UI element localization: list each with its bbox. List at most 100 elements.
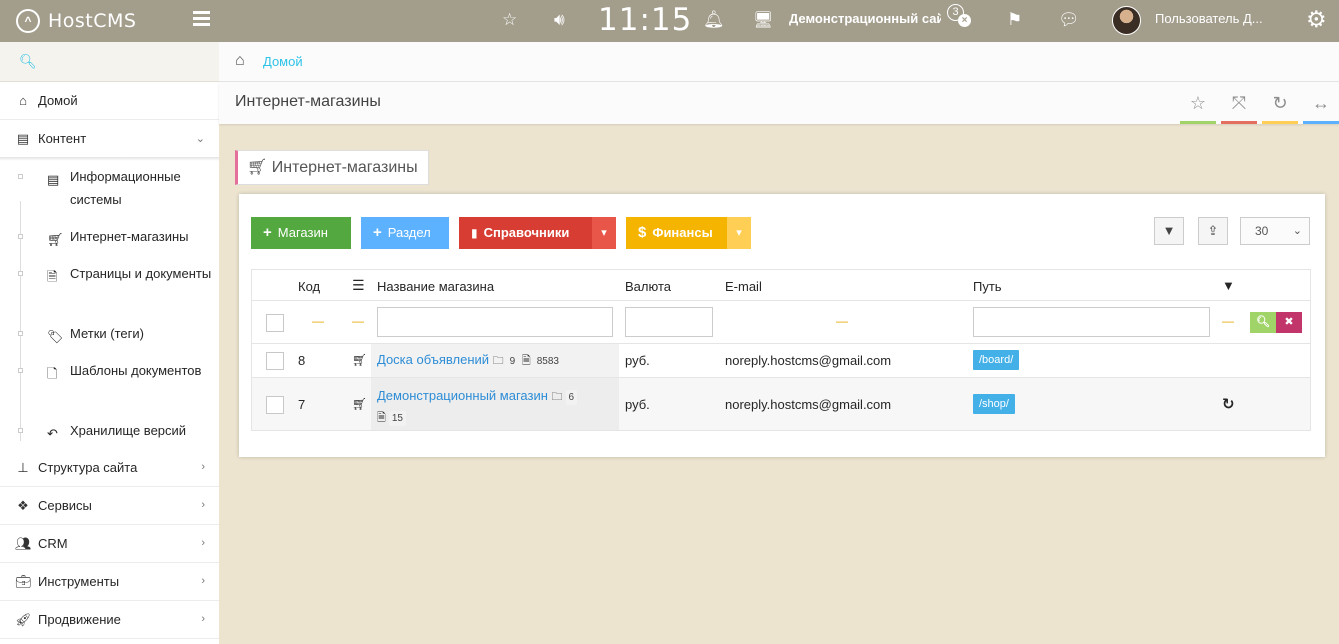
sidebar-item-structure[interactable]: ⊥ Структура сайта › bbox=[0, 449, 219, 487]
fullscreen-button[interactable]: ⤧ bbox=[1221, 82, 1257, 124]
close-icon: ✖ bbox=[1284, 316, 1294, 328]
site-selector[interactable]: Демонстрационный сайт bbox=[789, 11, 941, 26]
page-title: Интернет-магазины bbox=[235, 93, 381, 110]
column-path[interactable]: Путь bbox=[973, 279, 1002, 294]
home-icon[interactable]: ⌂ bbox=[235, 52, 245, 70]
sidebar-subitem-versions[interactable]: ↶ Хранилище версий bbox=[0, 419, 219, 442]
volume-icon[interactable]: 🔊︎ bbox=[554, 10, 565, 30]
sidebar-item-tools[interactable]: 💼︎ Инструменты › bbox=[0, 563, 219, 601]
sidebar-item-promotion[interactable]: 🚀︎ Продвижение › bbox=[0, 601, 219, 639]
row-currency: руб. bbox=[625, 353, 650, 368]
chevron-down-icon: ▾ bbox=[736, 227, 742, 239]
finance-dropdown-toggle[interactable]: ▾ bbox=[727, 217, 751, 249]
add-shop-button[interactable]: + Магазин bbox=[251, 217, 351, 249]
search-icon[interactable]: 🔍︎ bbox=[19, 53, 37, 70]
upload-icon: ⇪ bbox=[1207, 223, 1219, 238]
dictionaries-button[interactable]: ▮ Справочники bbox=[459, 217, 592, 249]
refresh-button[interactable]: ↻ bbox=[1262, 82, 1298, 124]
star-icon[interactable]: ☆ bbox=[502, 10, 517, 30]
briefcase-icon: 💼︎ bbox=[15, 573, 32, 589]
top-navbar: ^ HostCMS ☆ 🔊︎ 11:15 🔔︎ 🖥︎ Демонстрацион… bbox=[0, 0, 1339, 42]
sidebar-subitem-templates[interactable]: 🗋︎ Шаблоны документов bbox=[0, 359, 219, 382]
apply-filter-button[interactable]: 🔍︎ bbox=[1250, 312, 1276, 333]
avatar[interactable] bbox=[1112, 6, 1141, 35]
chevron-down-icon: ⌄ bbox=[195, 133, 205, 145]
filter-icon[interactable]: ▼ bbox=[1222, 278, 1235, 293]
row-checkbox[interactable] bbox=[266, 396, 284, 414]
sidebar-item-label: CRM bbox=[38, 536, 68, 551]
sidebar-item-label: Домой bbox=[38, 93, 78, 108]
file-icon: 🗎︎ bbox=[47, 269, 58, 284]
gear-icon[interactable]: ⚙ bbox=[1306, 6, 1327, 33]
sidebar-subitem-shops[interactable]: 🛒︎ Интернет-магазины bbox=[0, 225, 219, 248]
sidebar-item-home[interactable]: ⌂ Домой bbox=[0, 82, 219, 120]
cart-icon: 🛒︎ bbox=[352, 397, 368, 411]
sidebar-subitem-infosystems[interactable]: ▤ Информационные системы bbox=[0, 165, 219, 211]
sidebar-item-services[interactable]: ❖ Сервисы › bbox=[0, 487, 219, 525]
shop-name-link[interactable]: Доска объявлений bbox=[377, 352, 489, 367]
dictionaries-dropdown-toggle[interactable]: ▾ bbox=[592, 217, 616, 249]
column-currency[interactable]: Валюта bbox=[625, 279, 671, 294]
filter-button[interactable]: ▼ bbox=[1154, 217, 1184, 245]
chat-icon[interactable]: 💬︎ bbox=[1058, 10, 1080, 30]
groups-count: 9 bbox=[506, 354, 519, 369]
chevron-right-icon: › bbox=[201, 461, 205, 473]
sidebar-subitem-label: Хранилище версий bbox=[70, 423, 187, 438]
table-header: Код ☰ Название магазина Валюта E-mail Пу… bbox=[251, 269, 1311, 301]
breadcrumb-home-link[interactable]: Домой bbox=[263, 54, 303, 69]
word-file-icon: 🗋︎ bbox=[47, 366, 58, 381]
sidebar-subitem-tags[interactable]: 🏷︎ Метки (теги) bbox=[0, 322, 219, 345]
bell-icon[interactable]: 🔔︎ bbox=[703, 10, 725, 30]
close-site-icon[interactable]: × bbox=[958, 14, 971, 27]
menu-toggle-icon[interactable] bbox=[193, 11, 210, 27]
add-section-button[interactable]: + Раздел bbox=[361, 217, 449, 249]
path-label[interactable]: /shop/ bbox=[973, 394, 1015, 414]
chevron-right-icon: › bbox=[201, 499, 205, 511]
sidebar-item-crm[interactable]: 👥︎ CRM › bbox=[0, 525, 219, 563]
fullscreen-icon: ⤧ bbox=[1231, 93, 1247, 113]
sidebar-item-label: Сервисы bbox=[38, 498, 92, 513]
table-row[interactable]: 8 🛒︎ Доска объявлений 🗀︎ 9 🗎︎ 8583 руб. no… bbox=[251, 344, 1311, 378]
column-code[interactable]: Код bbox=[298, 279, 320, 294]
finance-button[interactable]: $ Финансы bbox=[626, 217, 727, 249]
columns-menu-icon[interactable]: ☰ bbox=[352, 277, 365, 294]
expand-width-button[interactable]: ↔ bbox=[1303, 82, 1339, 124]
flag-icon[interactable]: ⚑ bbox=[1007, 10, 1022, 30]
newspaper-icon: ▤ bbox=[47, 172, 60, 187]
sidebar-item-label: Структура сайта bbox=[38, 460, 138, 475]
path-filter-input[interactable] bbox=[973, 307, 1210, 337]
file-icon: 🗎︎ bbox=[377, 412, 386, 424]
row-checkbox[interactable] bbox=[266, 352, 284, 370]
chevron-right-icon: › bbox=[201, 575, 205, 587]
chevron-right-icon: › bbox=[201, 613, 205, 625]
sidebar-subitem-label: Страницы и документы bbox=[70, 266, 212, 281]
sidebar: 🔍︎ ⌂ Домой ▤ Контент ⌄ ▤ Информационные … bbox=[0, 42, 219, 644]
refresh-icon: ↻ bbox=[1272, 93, 1288, 113]
sidebar-subitem-label: Информационные системы bbox=[70, 169, 181, 207]
export-button[interactable]: ⇪ bbox=[1198, 217, 1228, 245]
select-all-checkbox[interactable] bbox=[266, 314, 284, 332]
add-section-label: Раздел bbox=[387, 225, 431, 240]
filter-dash: — bbox=[1222, 314, 1234, 328]
clear-filter-button[interactable]: ✖ bbox=[1276, 312, 1302, 333]
sidebar-search[interactable]: 🔍︎ bbox=[0, 42, 219, 82]
folder-icon: 🗀︎ bbox=[492, 355, 504, 367]
column-name[interactable]: Название магазина bbox=[377, 279, 494, 294]
logo-text: HostCMS bbox=[48, 10, 137, 32]
page-size-select[interactable]: 30 ⌄ bbox=[1240, 217, 1310, 245]
desktop-icon[interactable]: 🖥︎ bbox=[753, 10, 773, 30]
shop-name-link[interactable]: Демонстрационный магазин bbox=[377, 388, 548, 403]
refresh-icon[interactable]: ↻ bbox=[1222, 395, 1235, 413]
user-name[interactable]: Пользователь Д... bbox=[1155, 11, 1263, 26]
logo[interactable]: ^ HostCMS bbox=[16, 9, 136, 33]
bookmark-button[interactable]: ☆ bbox=[1180, 82, 1216, 124]
home-icon: ⌂ bbox=[19, 93, 27, 108]
path-label[interactable]: /board/ bbox=[973, 350, 1020, 370]
column-email[interactable]: E-mail bbox=[725, 279, 762, 294]
currency-filter-input[interactable] bbox=[625, 307, 713, 337]
folder-icon: 🗀︎ bbox=[551, 391, 563, 403]
table-row[interactable]: 7 🛒︎ Демонстрационный магазин 🗀︎ 6 🗎︎ 15 р… bbox=[251, 378, 1311, 431]
name-filter-input[interactable] bbox=[377, 307, 613, 337]
sidebar-item-content[interactable]: ▤ Контент ⌄ bbox=[0, 120, 219, 158]
sidebar-subitem-pages[interactable]: 🗎︎ Страницы и документы bbox=[0, 262, 219, 285]
